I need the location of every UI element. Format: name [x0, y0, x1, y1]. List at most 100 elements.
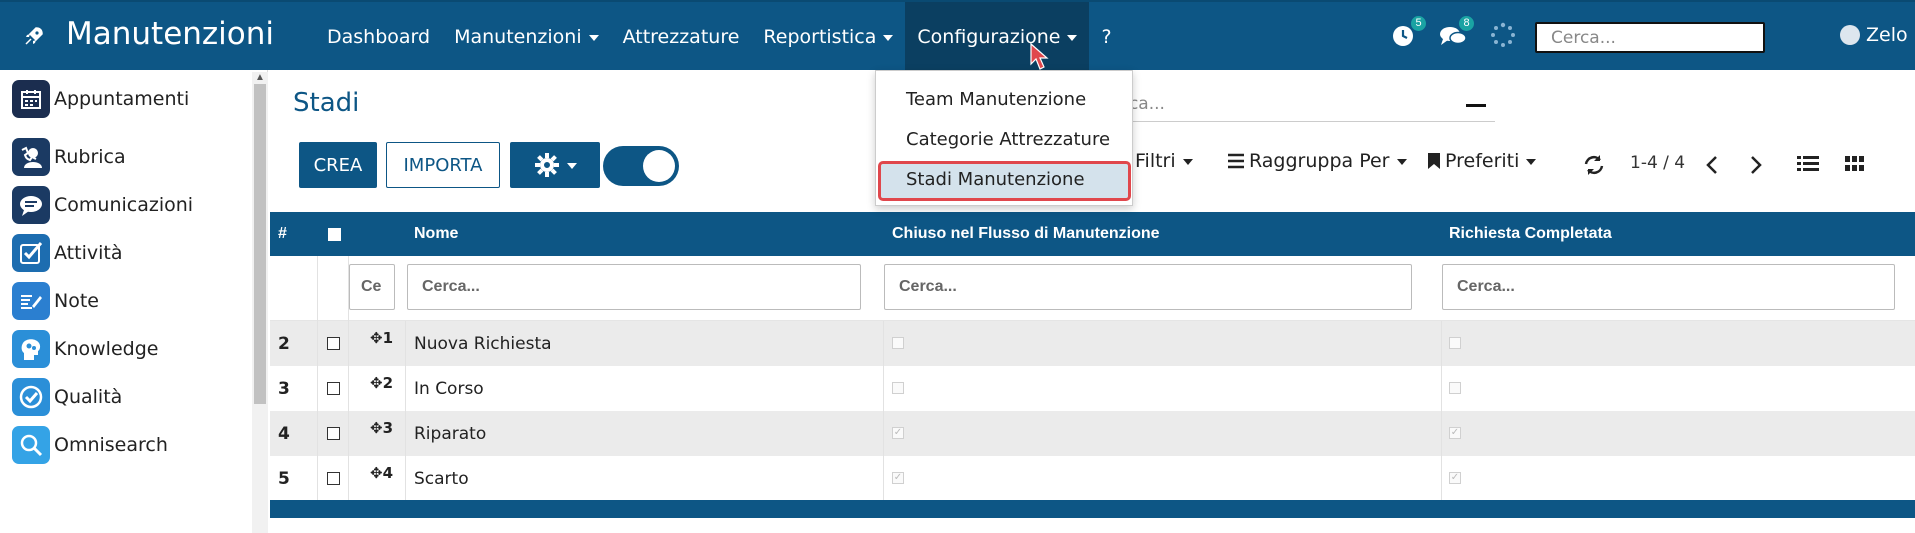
sidebar-item-label: Comunicazioni [54, 194, 194, 216]
main-nav: Dashboard Manutenzioni Attrezzature Repo… [315, 2, 1124, 72]
table-row[interactable]: 2 ✥1 Nuova Richiesta [270, 321, 1915, 366]
filters-menu[interactable]: Filtri [1135, 150, 1193, 172]
chevron-left-icon[interactable] [1704, 155, 1720, 175]
done-checkbox [1449, 382, 1461, 394]
create-button[interactable]: CREA [299, 142, 377, 188]
gear-icon [534, 153, 559, 177]
table-row[interactable]: 3 ✥2 In Corso [270, 366, 1915, 411]
menu-item-team-manutenzione[interactable]: Team Manutenzione [906, 89, 1086, 110]
checkmark-icon [12, 234, 50, 272]
user-menu[interactable]: Zelo [1840, 24, 1908, 46]
import-button[interactable]: IMPORTA [386, 142, 500, 188]
scroll-up-icon[interactable]: ▲ [255, 72, 265, 83]
bars-icon [1228, 153, 1244, 169]
top-navbar: Manutenzioni Dashboard Manutenzioni Attr… [0, 0, 1915, 72]
sidebar-item-attivita[interactable]: Attività [12, 232, 122, 274]
calendar-icon [12, 80, 50, 118]
sidebar-item-label: Attività [54, 242, 123, 264]
caret-down-icon [1396, 159, 1407, 165]
sidebar-item-qualita[interactable]: Qualità [12, 376, 122, 418]
table-row[interactable]: 4 ✥3 Riparato ✓ ✓ [270, 411, 1915, 456]
refresh-icon[interactable] [1583, 154, 1605, 176]
sidebar-item-rubrica[interactable]: Rubrica [12, 136, 126, 178]
menu-item-stadi-manutenzione[interactable]: Stadi Manutenzione [906, 169, 1085, 190]
drag-handle-icon[interactable]: ✥1 [370, 329, 393, 347]
sidebar-item-comunicazioni[interactable]: Comunicazioni [12, 184, 193, 226]
rocket-icon[interactable] [22, 24, 46, 48]
done-filter-input[interactable]: Cerca... [1442, 264, 1895, 310]
closed-filter-input[interactable]: Cerca... [884, 264, 1412, 310]
favorites-label: Preferiti [1445, 150, 1520, 172]
row-checkbox[interactable] [327, 337, 340, 350]
nav-attrezzature[interactable]: Attrezzature [611, 2, 752, 72]
name-filter-input[interactable]: Cerca... [407, 264, 861, 310]
table-row[interactable]: 5 ✥4 Scarto ✓ ✓ [270, 456, 1915, 501]
nav-manutenzioni[interactable]: Manutenzioni [442, 2, 611, 72]
activity-clock-icon[interactable]: 5 [1390, 16, 1426, 52]
bookmark-icon [1428, 153, 1440, 169]
drag-handle-icon[interactable]: ✥2 [370, 374, 393, 392]
caret-down-icon [1182, 159, 1193, 165]
chevron-right-icon[interactable] [1748, 155, 1764, 175]
row-seq: 2 [382, 374, 394, 392]
row-checkbox[interactable] [327, 427, 340, 440]
row-num: 4 [278, 424, 290, 444]
main-search-input[interactable]: Cerca... [1100, 90, 1495, 122]
nav-dashboard[interactable]: Dashboard [315, 2, 442, 72]
search-icon [12, 426, 50, 464]
brain-icon [12, 330, 50, 368]
list-view-icon[interactable] [1797, 155, 1819, 173]
favorites-menu[interactable]: Preferiti [1427, 150, 1537, 172]
drag-handle-icon[interactable]: ✥4 [370, 464, 393, 482]
caret-down-icon [566, 163, 577, 169]
nav-help[interactable]: ? [1089, 2, 1123, 72]
top-search-input[interactable]: Cerca... [1535, 22, 1765, 53]
groupby-menu[interactable]: Raggruppa Per [1227, 150, 1407, 172]
sidebar-item-label: Note [54, 290, 99, 312]
contacts-icon [12, 138, 50, 176]
sidebar-scrollbar[interactable]: ▲ [252, 72, 268, 533]
nav-reportistica[interactable]: Reportistica [751, 2, 905, 72]
sidebar-item-knowledge[interactable]: Knowledge [12, 328, 158, 370]
nav-configurazione[interactable]: Configurazione [905, 2, 1090, 72]
column-divider [317, 256, 318, 501]
menu-item-categorie-attrezzature[interactable]: Categorie Attrezzature [906, 129, 1110, 150]
caret-down-icon [1067, 35, 1078, 41]
row-name[interactable]: Nuova Richiesta [414, 334, 552, 354]
sidebar-item-label: Appuntamenti [54, 88, 190, 110]
column-divider [1441, 321, 1442, 501]
sidebar-item-label: Omnisearch [54, 434, 168, 456]
done-checkbox [1449, 337, 1461, 349]
sidebar-item-omnisearch[interactable]: Omnisearch [12, 424, 168, 466]
pager-value[interactable]: 1-4 / 4 [1630, 153, 1685, 173]
loading-spinner-icon [1490, 22, 1520, 52]
sidebar-item-appuntamenti[interactable]: Appuntamenti [12, 78, 189, 120]
search-clear-icon[interactable] [1466, 104, 1486, 107]
configurazione-dropdown: Team Manutenzione Categorie Attrezzature… [875, 70, 1133, 206]
row-checkbox[interactable] [327, 382, 340, 395]
row-num: 2 [278, 334, 290, 354]
header-done[interactable]: Richiesta Completata [1449, 225, 1612, 243]
seq-filter-input[interactable]: Ce [349, 264, 395, 310]
column-divider [405, 321, 406, 501]
header-closed[interactable]: Chiuso nel Flusso di Manutenzione [892, 225, 1160, 243]
sidebar: Appuntamenti Rubrica Comunicazioni Attiv… [0, 70, 268, 533]
chat-icon[interactable]: 8 [1438, 16, 1474, 52]
row-checkbox[interactable] [327, 472, 340, 485]
sidebar-item-note[interactable]: Note [12, 280, 99, 322]
settings-dropdown-button[interactable] [510, 142, 600, 188]
page-title: Stadi [293, 88, 360, 118]
app-title[interactable]: Manutenzioni [66, 16, 274, 52]
toggle-knob [643, 150, 675, 182]
drag-handle-icon[interactable]: ✥3 [370, 419, 393, 437]
select-all-checkbox[interactable] [328, 228, 341, 241]
row-name[interactable]: Scarto [414, 469, 469, 489]
row-name[interactable]: Riparato [414, 424, 486, 444]
caret-down-icon [588, 35, 599, 41]
view-toggle[interactable] [603, 146, 679, 186]
kanban-view-icon[interactable] [1845, 156, 1865, 172]
column-divider [348, 256, 349, 501]
scroll-thumb[interactable] [254, 84, 266, 404]
header-name[interactable]: Nome [414, 225, 458, 243]
row-name[interactable]: In Corso [414, 379, 484, 399]
